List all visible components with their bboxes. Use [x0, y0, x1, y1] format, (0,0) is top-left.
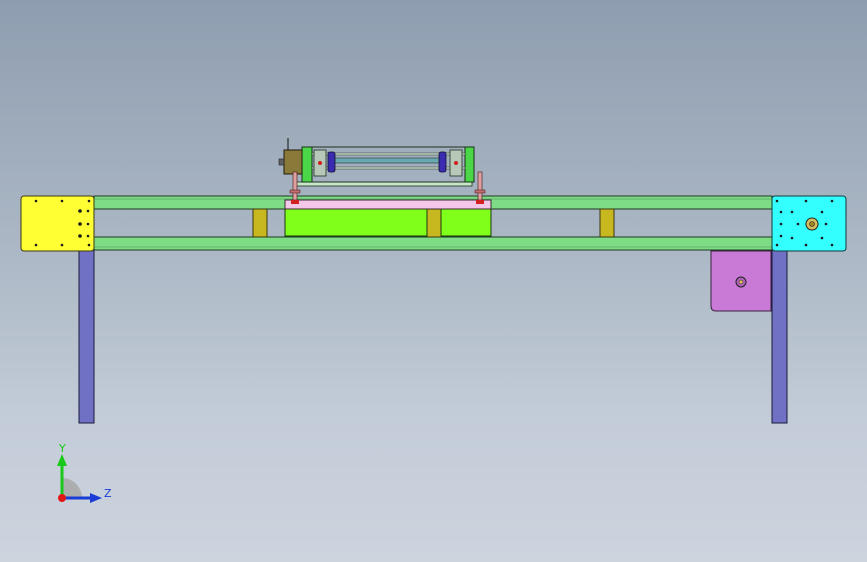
y-axis-label: Y [58, 442, 66, 455]
mount-bolt-left[interactable] [292, 171, 298, 201]
bolt-nut [289, 189, 301, 194]
bottom-frame-rail[interactable] [93, 236, 773, 251]
carriage-base-plate[interactable] [295, 181, 473, 187]
graphics-viewport[interactable]: Y Z [0, 0, 867, 562]
stepper-motor[interactable] [283, 149, 303, 175]
spacer-block[interactable] [426, 208, 442, 238]
bolt-foot [476, 200, 484, 204]
left-leg[interactable] [78, 249, 95, 424]
triad-quadrant [62, 478, 82, 498]
spacer-block[interactable] [599, 208, 615, 238]
right-coupling[interactable] [438, 151, 447, 173]
cad-model-assembly[interactable] [0, 0, 867, 562]
right-leg[interactable] [771, 249, 788, 424]
z-axis-arrow [90, 493, 102, 503]
slide-block-right[interactable] [440, 208, 492, 237]
bolt-nut [474, 189, 486, 194]
slide-block-left[interactable] [284, 208, 428, 237]
lead-screw[interactable] [329, 157, 445, 164]
carriage-left-plate[interactable] [301, 146, 313, 183]
z-axis-label: Z [104, 487, 112, 500]
left-coupling[interactable] [327, 151, 336, 173]
right-plate-bearing-inner [809, 221, 815, 227]
bolt-foot [291, 200, 299, 204]
bearing-red-dot [454, 161, 458, 165]
bracket-hole-inner [738, 279, 744, 285]
view-orientation-triad[interactable]: Y Z [50, 440, 120, 510]
x-axis-dot [58, 494, 66, 502]
bearing-red-dot [318, 161, 322, 165]
spacer-block[interactable] [252, 208, 268, 238]
slide-cover[interactable] [284, 199, 492, 210]
left-end-plate[interactable] [20, 195, 95, 252]
mount-bolt-right[interactable] [477, 171, 483, 201]
y-axis-arrow [57, 454, 67, 466]
carriage-assembly[interactable] [278, 138, 486, 204]
motor-shaft [278, 158, 285, 166]
carriage-right-plate[interactable] [464, 146, 475, 183]
